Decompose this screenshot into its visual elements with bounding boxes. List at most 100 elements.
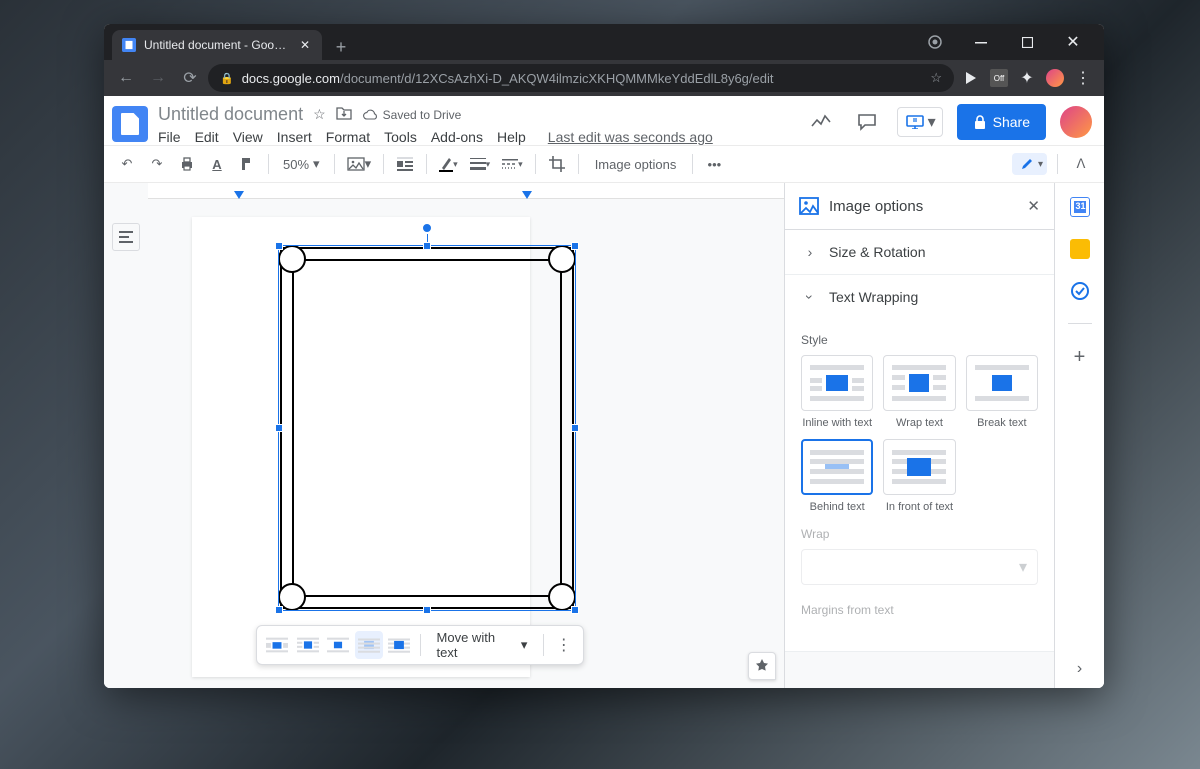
style-break-text[interactable]: Break text [966, 355, 1038, 429]
account-indicator-icon[interactable] [912, 24, 958, 60]
browser-window: Untitled document - Google Docs ✕ + ✕ ← … [104, 24, 1104, 688]
nav-reload-button[interactable]: ⟳ [176, 64, 204, 92]
replace-image-button[interactable]: ▾ [343, 151, 376, 177]
size-rotation-section[interactable]: › Size & Rotation [785, 230, 1054, 275]
horizontal-ruler[interactable] [148, 183, 784, 199]
style-in-front-of-text[interactable]: In front of text [883, 439, 955, 513]
resize-handle[interactable] [571, 606, 579, 614]
star-icon[interactable]: ☆ [313, 106, 326, 123]
calendar-addon-icon[interactable]: 31 [1070, 197, 1090, 217]
extensions-puzzle-icon[interactable]: ✦ [1018, 69, 1036, 87]
menu-addons[interactable]: Add-ons [431, 129, 483, 145]
paint-format-button[interactable] [234, 151, 260, 177]
caret-down-icon: ▾ [1034, 159, 1043, 170]
share-label: Share [993, 114, 1030, 130]
menu-insert[interactable]: Insert [277, 129, 312, 145]
account-avatar[interactable] [1060, 106, 1092, 138]
last-edit-link[interactable]: Last edit was seconds ago [548, 129, 713, 145]
tasks-addon-icon[interactable] [1070, 281, 1090, 301]
undo-button[interactable]: ↶ [114, 151, 140, 177]
extension-icon[interactable] [962, 69, 980, 87]
wrap-options-button[interactable] [392, 151, 418, 177]
caret-down-icon: ▾ [313, 156, 320, 172]
image-options-button[interactable]: Image options [587, 151, 685, 177]
crop-button[interactable] [544, 151, 570, 177]
google-docs-app: Untitled document ☆ Saved to Drive File … [104, 96, 1104, 688]
more-options-button[interactable]: ⋮ [550, 635, 577, 655]
menu-edit[interactable]: Edit [195, 129, 219, 145]
new-tab-button[interactable]: + [328, 34, 354, 60]
comments-icon[interactable] [851, 106, 883, 138]
menu-help[interactable]: Help [497, 129, 526, 145]
menu-tools[interactable]: Tools [384, 129, 417, 145]
url-text: docs.google.com/document/d/12XCsAzhXi-D_… [242, 71, 774, 86]
rotation-handle[interactable] [422, 223, 432, 233]
nav-forward-button[interactable]: → [144, 64, 172, 92]
docs-logo-icon[interactable] [112, 106, 148, 142]
image-options-sidebar: Image options ✕ › Size & Rotation › Text… [784, 183, 1054, 688]
chrome-menu-icon[interactable]: ⋮ [1074, 69, 1092, 87]
get-addons-button[interactable]: + [1074, 346, 1086, 369]
document-title[interactable]: Untitled document [158, 104, 303, 125]
wrap-dropdown[interactable]: ▾ [801, 549, 1038, 585]
maximize-button[interactable] [1004, 24, 1050, 60]
bookmark-star-icon[interactable]: ☆ [930, 70, 942, 86]
zoom-dropdown[interactable]: 50%▾ [277, 156, 326, 172]
explore-button[interactable] [748, 652, 776, 680]
break-text-option[interactable] [324, 631, 353, 659]
resize-handle[interactable] [275, 242, 283, 250]
collapse-rail-button[interactable]: › [1077, 660, 1082, 678]
document-outline-button[interactable] [112, 223, 140, 251]
nav-back-button[interactable]: ← [112, 64, 140, 92]
omnibox[interactable]: 🔒 docs.google.com/document/d/12XCsAzhXi-… [208, 64, 954, 92]
browser-tab[interactable]: Untitled document - Google Docs ✕ [112, 30, 322, 60]
profile-avatar[interactable] [1046, 69, 1064, 87]
in-front-of-text-option[interactable] [385, 631, 414, 659]
redo-button[interactable]: ↷ [144, 151, 170, 177]
collapse-toolbar-button[interactable]: ᐱ [1068, 151, 1094, 177]
resize-handle[interactable] [571, 242, 579, 250]
close-window-button[interactable]: ✕ [1050, 24, 1096, 60]
more-toolbar-button[interactable]: ••• [701, 151, 727, 177]
save-status[interactable]: Saved to Drive [362, 108, 462, 122]
resize-handle[interactable] [423, 606, 431, 614]
window-controls: ✕ [912, 24, 1096, 60]
move-icon[interactable] [336, 106, 352, 123]
section-header[interactable]: › Text Wrapping [785, 275, 1054, 319]
tab-close-icon[interactable]: ✕ [298, 38, 312, 52]
activity-icon[interactable] [805, 106, 837, 138]
keep-addon-icon[interactable] [1070, 239, 1090, 259]
minimize-button[interactable] [958, 24, 1004, 60]
editing-mode-button[interactable]: ▾ [1012, 153, 1047, 175]
move-with-text-dropdown[interactable]: Move with text ▾ [427, 630, 538, 660]
wrap-text-option[interactable] [294, 631, 323, 659]
resize-handle[interactable] [423, 242, 431, 250]
document-canvas[interactable]: Move with text ▾ ⋮ [148, 183, 784, 688]
resize-handle[interactable] [275, 606, 283, 614]
behind-text-option[interactable] [355, 631, 384, 659]
border-weight-button[interactable]: ▾ [466, 151, 495, 177]
resize-handle[interactable] [275, 424, 283, 432]
style-behind-text[interactable]: Behind text [801, 439, 873, 513]
lock-icon [973, 114, 987, 130]
print-button[interactable] [174, 151, 200, 177]
wrap-inline-option[interactable] [263, 631, 292, 659]
extension-icon[interactable]: Off [990, 69, 1008, 87]
close-sidebar-button[interactable]: ✕ [1027, 197, 1040, 215]
style-label: Style [801, 333, 1038, 347]
spellcheck-button[interactable]: A [204, 151, 230, 177]
share-button[interactable]: Share [957, 104, 1046, 140]
menu-view[interactable]: View [233, 129, 263, 145]
section-title: Size & Rotation [829, 244, 926, 260]
border-color-button[interactable]: ▾ [435, 151, 462, 177]
menu-file[interactable]: File [158, 129, 181, 145]
menu-format[interactable]: Format [326, 129, 370, 145]
caret-down-icon: ▾ [521, 637, 528, 653]
border-dash-button[interactable]: ▾ [498, 151, 527, 177]
present-button[interactable]: ▾ [897, 107, 943, 137]
style-wrap-text[interactable]: Wrap text [883, 355, 955, 429]
style-inline-with-text[interactable]: Inline with text [801, 355, 873, 429]
selected-image[interactable] [280, 247, 574, 609]
resize-handle[interactable] [571, 424, 579, 432]
wrap-label: Wrap [801, 527, 1038, 541]
